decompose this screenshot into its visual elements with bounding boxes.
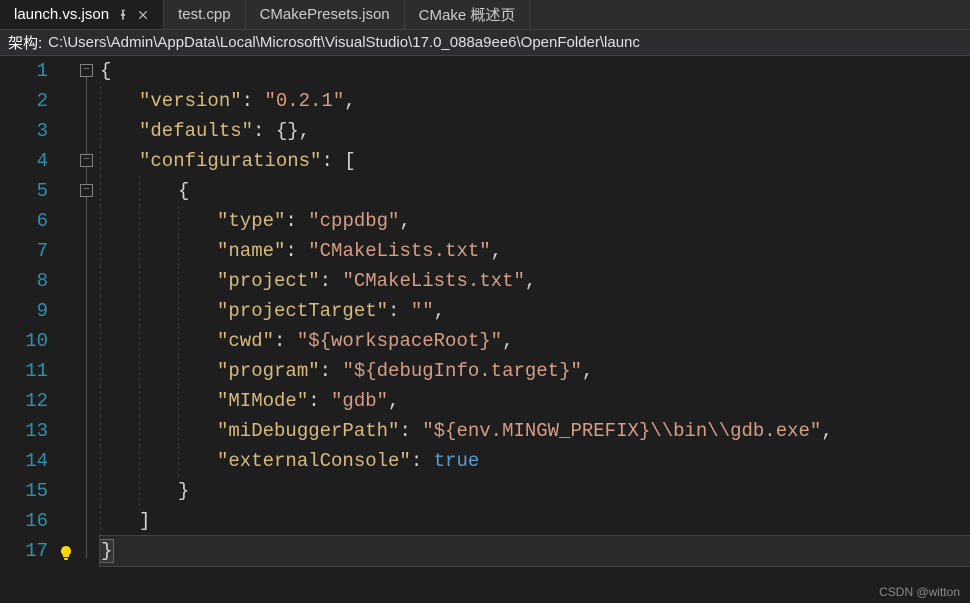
code-line[interactable]: } (100, 476, 970, 506)
breadcrumb-label: 架构: (8, 32, 42, 53)
code-line[interactable]: "version": "0.2.1", (100, 86, 970, 116)
code-line[interactable]: "MIMode": "gdb", (100, 386, 970, 416)
tab-cmakepresets-json[interactable]: CMakePresets.json (246, 0, 405, 29)
line-number: 9 (0, 296, 48, 326)
code-line[interactable]: "program": "${debugInfo.target}", (100, 356, 970, 386)
code-line[interactable]: "name": "CMakeLists.txt", (100, 236, 970, 266)
tab-label: test.cpp (178, 6, 231, 23)
line-number: 11 (0, 356, 48, 386)
code-line[interactable]: "externalConsole": true (100, 446, 970, 476)
line-number: 7 (0, 236, 48, 266)
line-number: 3 (0, 116, 48, 146)
close-icon[interactable] (137, 9, 149, 21)
tab-bar: launch.vs.json test.cpp CMakePresets.jso… (0, 0, 970, 30)
code-line[interactable]: "type": "cppdbg", (100, 206, 970, 236)
tab-test-cpp[interactable]: test.cpp (164, 0, 246, 29)
code-line[interactable]: "miDebuggerPath": "${env.MINGW_PREFIX}\\… (100, 416, 970, 446)
tab-cmake-overview[interactable]: CMake 概述页 (405, 0, 531, 29)
line-number: 17 (0, 536, 48, 566)
code-line[interactable]: { (100, 176, 970, 206)
breadcrumb-path: C:\Users\Admin\AppData\Local\Microsoft\V… (48, 34, 640, 51)
line-number: 1 (0, 56, 48, 86)
line-number: 16 (0, 506, 48, 536)
fold-toggle-icon[interactable]: − (80, 64, 93, 77)
code-editor[interactable]: 1234567891011121314151617 −−− {"version"… (0, 56, 970, 583)
watermark-text: CSDN @witton (879, 585, 960, 599)
line-number-gutter: 1234567891011121314151617 (0, 56, 58, 583)
line-number: 12 (0, 386, 48, 416)
code-line[interactable]: { (100, 56, 970, 86)
line-number: 4 (0, 146, 48, 176)
code-line[interactable]: "cwd": "${workspaceRoot}", (100, 326, 970, 356)
fold-toggle-icon[interactable]: − (80, 154, 93, 167)
tab-launch-vs-json[interactable]: launch.vs.json (0, 0, 164, 29)
line-number: 2 (0, 86, 48, 116)
tab-label: CMakePresets.json (260, 6, 390, 23)
line-number: 15 (0, 476, 48, 506)
code-line[interactable]: } (100, 536, 970, 566)
breadcrumb-bar[interactable]: 架构: C:\Users\Admin\AppData\Local\Microso… (0, 30, 970, 56)
fold-margin: − − − (78, 56, 100, 583)
lightbulb-icon[interactable] (58, 542, 74, 572)
line-number: 14 (0, 446, 48, 476)
fold-toggle-icon[interactable]: − (80, 184, 93, 197)
code-content[interactable]: {"version": "0.2.1","defaults": {},"conf… (100, 56, 970, 583)
code-line[interactable]: "projectTarget": "", (100, 296, 970, 326)
line-number: 13 (0, 416, 48, 446)
code-line[interactable]: "project": "CMakeLists.txt", (100, 266, 970, 296)
line-number: 6 (0, 206, 48, 236)
pin-icon[interactable] (117, 9, 129, 21)
glyph-margin (58, 56, 78, 583)
line-number: 8 (0, 266, 48, 296)
line-number: 5 (0, 176, 48, 206)
code-line[interactable]: "configurations": [ (100, 146, 970, 176)
tab-label: launch.vs.json (14, 6, 109, 23)
code-line[interactable]: ] (100, 506, 970, 536)
line-number: 10 (0, 326, 48, 356)
code-line[interactable]: "defaults": {}, (100, 116, 970, 146)
tab-label: CMake 概述页 (419, 4, 516, 25)
